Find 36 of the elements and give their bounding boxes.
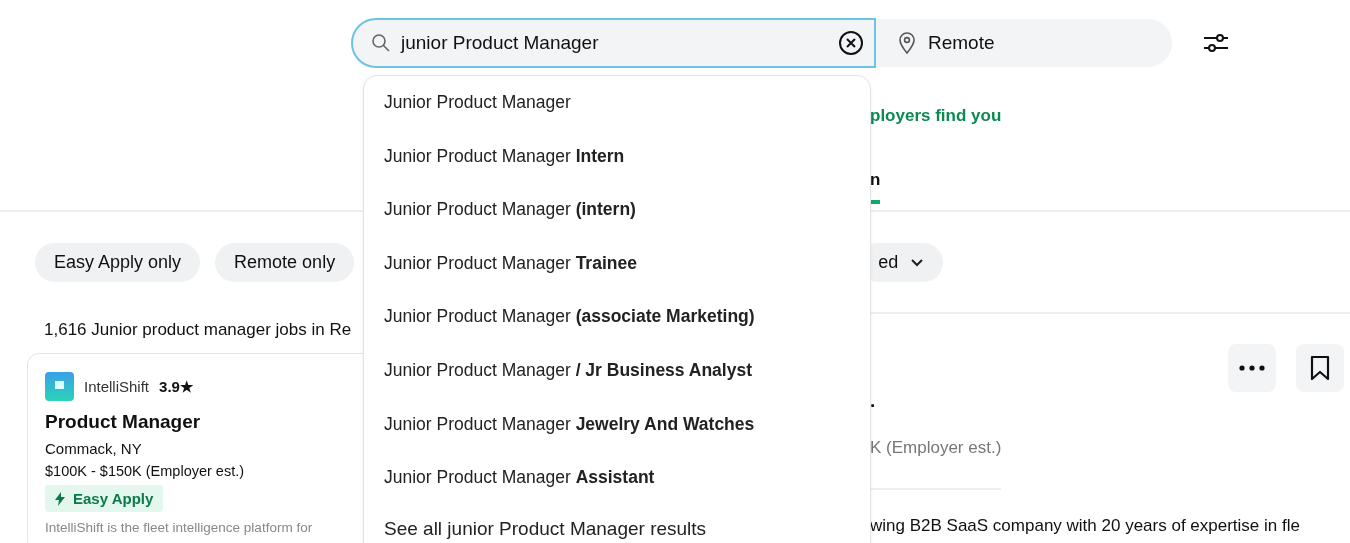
filter-sliders-icon[interactable]	[1202, 31, 1230, 54]
suggestion-item[interactable]: Junior Product Manager (associate Marketing)	[364, 299, 870, 353]
more-icon	[1239, 365, 1265, 371]
company-logo-icon	[45, 372, 74, 401]
company-name: IntelliShift	[84, 378, 150, 395]
job-location: Commack, NY	[45, 440, 142, 457]
job-snippet: IntelliShift is the fleet intelligence platform for	[45, 520, 313, 535]
suggestion-item[interactable]: Junior Product Manager (intern)	[364, 192, 870, 246]
search-field[interactable]: junior Product Manager	[351, 17, 876, 68]
location-value: Remote	[928, 31, 995, 54]
location-field[interactable]: Remote	[876, 18, 1172, 67]
lightning-icon	[55, 491, 65, 506]
suggestion-item[interactable]: Junior Product Manager Intern	[364, 138, 870, 193]
results-count: 1,616 Junior product manager jobs in Re	[43, 319, 352, 340]
more-options-button[interactable]	[1228, 344, 1276, 392]
job-title[interactable]: Product Manager	[45, 411, 201, 433]
banner-link[interactable]: ployers find you	[870, 106, 1002, 126]
pin-icon	[898, 31, 916, 54]
suggestion-item[interactable]: Junior Product Manager Jewelry And Watches	[364, 406, 870, 461]
chevron-down-icon	[910, 258, 925, 267]
filter-chip[interactable]: Remote only	[215, 243, 355, 282]
badge-label: Easy Apply	[73, 490, 154, 507]
job-description: wing B2B SaaS company with 20 years of expertise in fle	[870, 516, 1300, 536]
search-icon	[371, 32, 391, 53]
company-rating: 3.9★	[159, 377, 193, 396]
suggestion-item[interactable]: Junior Product Manager	[364, 85, 870, 139]
suggestion-item[interactable]: Junior Product Manager / Jr Business Analyst	[364, 352, 870, 407]
clear-icon[interactable]	[838, 29, 864, 56]
suggestion-item[interactable]: Junior Product Manager Assistant	[364, 460, 870, 514]
filter-chip[interactable]: Easy Apply only	[35, 243, 201, 282]
search-query: junior Product Manager	[401, 31, 600, 54]
bookmark-icon	[1310, 355, 1330, 381]
bookmark-button[interactable]	[1296, 344, 1344, 392]
job-detail-title: .	[870, 390, 876, 412]
job-salary: $100K - $150K (Employer est.)	[45, 463, 245, 479]
see-all-results-link[interactable]: See all junior Product Manager results	[364, 513, 870, 543]
